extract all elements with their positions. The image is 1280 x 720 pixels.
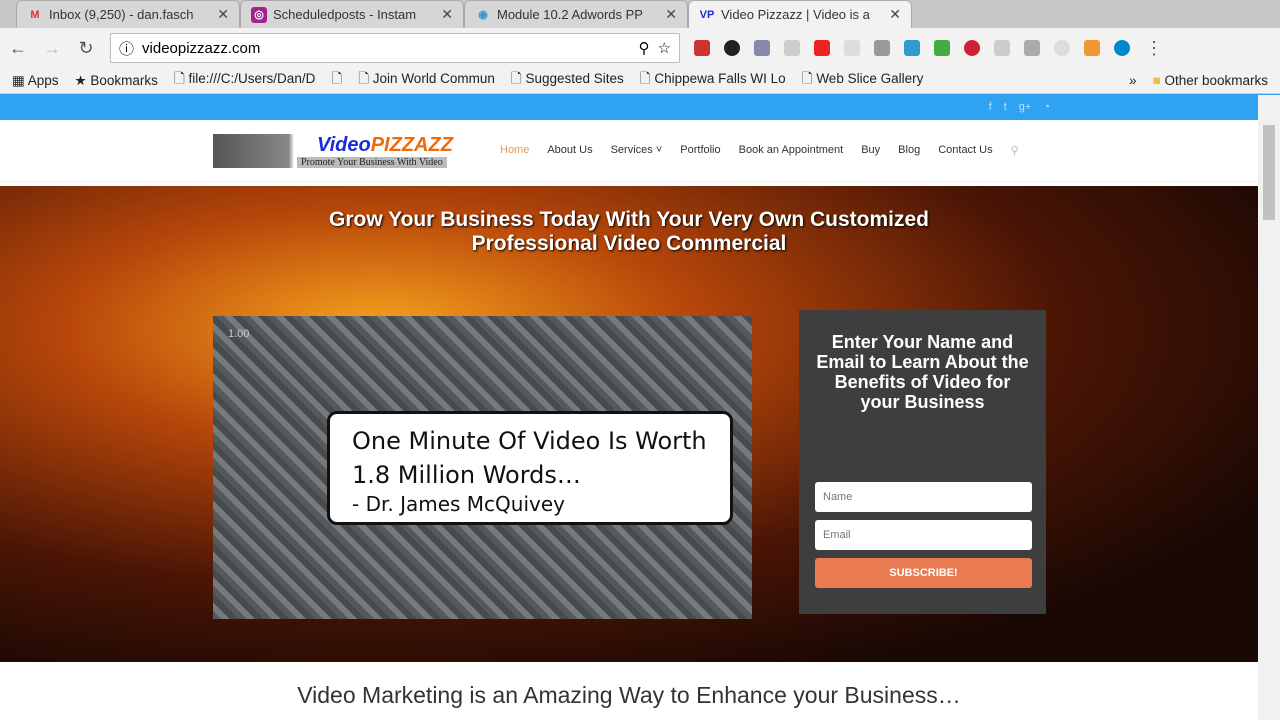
menu-about[interactable]: About Us bbox=[547, 144, 592, 157]
zoom-icon[interactable]: ⚲ bbox=[639, 39, 650, 57]
quote-text: One Minute Of Video Is Worth 1.8 Million… bbox=[352, 427, 707, 489]
reload-icon[interactable]: ↻ bbox=[76, 38, 96, 59]
video-player[interactable]: 1.00 One Minute Of Video Is Worth 1.8 Mi… bbox=[213, 316, 752, 619]
menu-home[interactable]: Home bbox=[500, 144, 529, 157]
bookmark-chippewa[interactable]: 🗋 Chippewa Falls WI Lo bbox=[640, 69, 786, 92]
toolbar: ← → ↻ ⓘ videopizzazz.com ⚲ ☆ ⋮ bbox=[0, 28, 1280, 68]
instagram-icon: ◎ bbox=[251, 6, 267, 23]
name-input[interactable] bbox=[815, 482, 1032, 512]
menu-blog[interactable]: Blog bbox=[898, 144, 920, 157]
tab-gmail[interactable]: M Inbox (9,250) - dan.fasch ✕ bbox=[16, 0, 240, 28]
s-extension-icon[interactable] bbox=[874, 40, 890, 56]
bookmark-bookmarks[interactable]: ★ Bookmarks bbox=[75, 73, 158, 89]
color-extension-icon[interactable] bbox=[724, 40, 740, 56]
badge-icon[interactable] bbox=[1084, 40, 1100, 56]
menu-appointment[interactable]: Book an Appointment bbox=[739, 144, 844, 157]
quote-author: - Dr. James McQuivey bbox=[352, 492, 565, 516]
scrollbar[interactable] bbox=[1258, 95, 1280, 720]
bookmark-other[interactable]: ■ Other bookmarks bbox=[1153, 73, 1268, 88]
main-menu: Home About Us Services ˅ Portfolio Book … bbox=[500, 144, 1019, 157]
drive-icon[interactable] bbox=[784, 40, 800, 56]
bookmark-apps[interactable]: ▦ Apps bbox=[12, 73, 59, 89]
eyedropper-icon[interactable] bbox=[754, 40, 770, 56]
tab-strip: M Inbox (9,250) - dan.fasch ✕ ◎ Scheduledpo… bbox=[0, 0, 1280, 28]
bookmark-label: Chippewa Falls WI Lo bbox=[654, 71, 786, 86]
menu-icon[interactable]: ⋮ bbox=[1144, 38, 1164, 59]
bookmark-label: Other bookmarks bbox=[1164, 73, 1268, 88]
youtube-icon[interactable] bbox=[814, 40, 830, 56]
address-bar[interactable]: ⓘ videopizzazz.com ⚲ ☆ bbox=[110, 33, 680, 63]
green-extension-icon[interactable] bbox=[934, 40, 950, 56]
circle-extension-icon[interactable] bbox=[1054, 40, 1070, 56]
close-icon[interactable]: ✕ bbox=[889, 6, 901, 23]
close-icon[interactable]: ✕ bbox=[441, 6, 453, 23]
iq-icon[interactable] bbox=[904, 40, 920, 56]
bookmark-webslice[interactable]: 🗋 Web Slice Gallery bbox=[802, 69, 924, 92]
dropbox-icon[interactable] bbox=[844, 40, 860, 56]
close-icon[interactable]: ✕ bbox=[217, 6, 229, 23]
search-icon[interactable]: ⚲ bbox=[1011, 144, 1019, 157]
back-icon[interactable]: ← bbox=[8, 38, 28, 59]
hero-section: Grow Your Business Today With Your Very … bbox=[0, 186, 1258, 662]
logo-tagline: Promote Your Business With Video bbox=[297, 156, 447, 168]
bookmark-blank[interactable]: 🗋 bbox=[331, 69, 342, 92]
tab-title: Video Pizzazz | Video is a bbox=[721, 7, 870, 22]
logo-text: VideoPIZZAZZ bbox=[317, 133, 453, 156]
gmail-extension-icon[interactable] bbox=[694, 40, 710, 56]
playback-speed[interactable]: 1.00 bbox=[228, 328, 249, 340]
googleplus-icon[interactable]: g+ bbox=[1019, 101, 1032, 113]
bookmark-label: file:///C:/Users/Dan/D bbox=[188, 71, 316, 86]
info-icon[interactable]: ⓘ bbox=[119, 38, 134, 59]
globe-icon: ◉ bbox=[478, 8, 488, 21]
site-header: VideoPIZZAZZ Promote Your Business With V… bbox=[0, 120, 1280, 182]
menu-portfolio[interactable]: Portfolio bbox=[680, 144, 720, 157]
tab-title: Inbox (9,250) - dan.fasch bbox=[49, 7, 194, 22]
bookmark-label: Join World Commun bbox=[372, 71, 495, 86]
code-icon[interactable] bbox=[1024, 40, 1040, 56]
tab-title: Scheduledposts - Instam bbox=[273, 7, 417, 22]
bookmark-label: Apps bbox=[27, 72, 59, 88]
rss-icon[interactable]: ◔ bbox=[1043, 101, 1050, 113]
section-subheading: Video Marketing is an Amazing Way to Enh… bbox=[297, 682, 961, 708]
social-bar: f t g+ ◔ bbox=[0, 94, 1280, 120]
star-icon[interactable]: ☆ bbox=[658, 39, 671, 57]
twitter-icon[interactable]: t bbox=[1004, 101, 1007, 113]
close-icon[interactable]: ✕ bbox=[665, 6, 677, 23]
signup-form: Enter Your Name and Email to Learn About… bbox=[799, 310, 1046, 614]
form-heading: Enter Your Name and Email to Learn About… bbox=[816, 332, 1029, 412]
subscribe-button[interactable]: SUBSCRIBE! bbox=[815, 558, 1032, 588]
extension-icon[interactable] bbox=[994, 40, 1010, 56]
menu-buy[interactable]: Buy bbox=[861, 144, 880, 157]
tab-module[interactable]: ◉ Module 10.2 Adwords PP ✕ bbox=[464, 0, 688, 28]
menu-contact[interactable]: Contact Us bbox=[938, 144, 992, 157]
url-text[interactable]: videopizzazz.com bbox=[142, 40, 631, 57]
scrollbar-thumb[interactable] bbox=[1263, 125, 1275, 220]
bookmark-join[interactable]: 🗋 Join World Commun bbox=[358, 69, 495, 92]
tab-title: Module 10.2 Adwords PP bbox=[497, 7, 643, 22]
video-quote: One Minute Of Video Is Worth 1.8 Million… bbox=[327, 411, 733, 525]
hero-title: Grow Your Business Today With Your Very … bbox=[329, 208, 929, 255]
gmail-icon: M bbox=[30, 8, 40, 21]
bookmarks-bar: ▦ Apps ★ Bookmarks 🗋 file:///C:/Users/Da… bbox=[0, 68, 1280, 94]
more-bookmarks-icon[interactable]: » bbox=[1129, 73, 1137, 88]
tab-scheduledposts[interactable]: ◎ Scheduledposts - Instam ✕ bbox=[240, 0, 464, 28]
bookmark-suggested[interactable]: 🗋 Suggested Sites bbox=[511, 69, 624, 92]
facebook-icon[interactable]: f bbox=[989, 101, 992, 113]
bookmark-label: Suggested Sites bbox=[525, 71, 624, 86]
menu-services[interactable]: Services ˅ bbox=[611, 144, 663, 157]
bookmark-file[interactable]: 🗋 file:///C:/Users/Dan/D bbox=[174, 69, 315, 92]
pinterest-icon[interactable] bbox=[964, 40, 980, 56]
vp-icon: VP bbox=[699, 8, 715, 21]
cortana-icon[interactable] bbox=[1114, 40, 1130, 56]
tab-videopizzazz[interactable]: VP Video Pizzazz | Video is a ✕ bbox=[688, 0, 912, 28]
forward-icon[interactable]: → bbox=[42, 38, 62, 59]
site-logo[interactable]: VideoPIZZAZZ Promote Your Business With V… bbox=[213, 133, 466, 168]
email-input[interactable] bbox=[815, 520, 1032, 550]
bookmark-label: Bookmarks bbox=[90, 72, 158, 88]
bookmark-label: Web Slice Gallery bbox=[816, 71, 924, 86]
